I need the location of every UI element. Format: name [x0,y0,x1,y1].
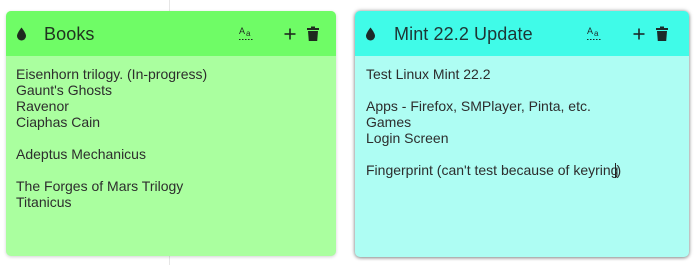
plus-icon[interactable] [629,24,649,44]
desktop: Books A a Eisenhorn trilogy. (In-progres… [0,0,695,265]
trash-icon[interactable] [303,24,323,44]
svg-text:a: a [246,29,251,38]
plus-icon[interactable] [280,24,300,44]
note-title[interactable]: Books [44,24,95,45]
note-content-after-caret: ) [616,162,622,178]
sticky-note-mint-update[interactable]: Mint 22.2 Update A a Test Linux Mint 22.… [355,11,689,257]
trash-icon[interactable] [652,24,672,44]
note-header[interactable]: Books A a [6,11,336,56]
text-size-icon[interactable]: A a [585,24,605,44]
water-drop-icon [17,27,26,41]
svg-text:A: A [239,26,245,36]
svg-text:a: a [594,29,599,38]
note-content-before-caret: Test Linux Mint 22.2 Apps - Firefox, SMP… [366,66,619,178]
note-header[interactable]: Mint 22.2 Update A a [355,11,689,56]
note-content[interactable]: Test Linux Mint 22.2 Apps - Firefox, SMP… [366,66,679,251]
text-size-icon[interactable]: A a [237,24,257,44]
note-title[interactable]: Mint 22.2 Update [394,24,533,45]
water-drop-icon [366,27,375,41]
svg-text:A: A [587,26,593,36]
sticky-note-books[interactable]: Books A a Eisenhorn trilogy. (In-progres… [6,11,336,256]
note-content[interactable]: Eisenhorn trilogy. (In-progress) Gaunt's… [16,66,326,250]
